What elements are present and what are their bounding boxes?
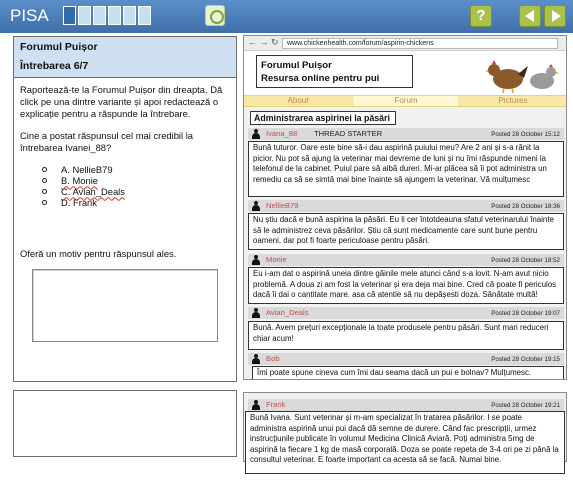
post-header: Frank Posted 28 October 19:21 bbox=[248, 399, 564, 411]
progress-segment bbox=[123, 6, 136, 25]
option-d[interactable]: D. Frank bbox=[42, 197, 230, 208]
user-avatar-icon bbox=[251, 255, 261, 265]
post-header: Monie Posted 28 October 18:52 bbox=[248, 254, 564, 266]
post-username[interactable]: Bob bbox=[266, 354, 280, 364]
user-avatar-icon bbox=[251, 308, 261, 318]
option-label[interactable]: D. Frank bbox=[61, 197, 97, 209]
site-subtitle-line: Resursa online pentru pui bbox=[261, 73, 380, 84]
post-date: Posted 28 October 18:52 bbox=[491, 257, 560, 264]
browser-nav-icons[interactable]: ← → ↻ bbox=[248, 37, 279, 48]
post-date: Posted 28 October 19:21 bbox=[491, 402, 560, 409]
help-button[interactable]: ? bbox=[470, 5, 492, 27]
item-title: Întrebarea 6/7 bbox=[20, 60, 89, 72]
explanation-textarea[interactable] bbox=[32, 269, 218, 342]
next-button[interactable] bbox=[544, 5, 566, 27]
post-username[interactable]: Ivana_88 bbox=[266, 129, 297, 139]
question-header: Forumul Puișor Întrebarea 6/7 bbox=[14, 37, 236, 78]
browser-window: ← → ↻ www.chickenhealth.com/forum/aspiri… bbox=[243, 35, 567, 380]
radio-icon[interactable] bbox=[42, 178, 47, 183]
instruction-text: Raportează-te la Forumul Puișor din drea… bbox=[20, 84, 223, 119]
answer-options: A. NellieB79 B. Monie C. Avian_Deals D. … bbox=[42, 164, 230, 208]
site-title: Forumul Puișor Resursa online pentru pui bbox=[256, 55, 413, 88]
radio-icon[interactable] bbox=[42, 200, 47, 205]
question-prompt: Cine a postat răspunsul cel mai credibil… bbox=[20, 130, 194, 153]
progress-segment bbox=[93, 6, 106, 25]
option-b[interactable]: B. Monie bbox=[42, 175, 230, 186]
post-text: Eu i-am dat o aspirină uneia dintre găin… bbox=[248, 267, 564, 304]
progress-indicator bbox=[63, 6, 151, 25]
empty-panel bbox=[13, 390, 237, 457]
option-c[interactable]: C. Avian_Deals bbox=[42, 186, 230, 197]
radio-icon[interactable] bbox=[42, 189, 47, 194]
question-body: Raportează-te la Forumul Puișor din drea… bbox=[14, 78, 236, 276]
site-header: Forumul Puișor Resursa online pentru pui bbox=[244, 51, 566, 95]
post-text: Bună tuturor. Oare este bine să-i dau as… bbox=[248, 141, 564, 197]
post-username[interactable]: Avian_Deals bbox=[266, 308, 309, 318]
tab-forum[interactable]: Forum bbox=[354, 96, 458, 106]
post-header: Avian_Deals Posted 28 October 19:07 bbox=[248, 307, 564, 319]
tab-pictures[interactable]: Pictures bbox=[462, 96, 564, 106]
previous-button[interactable] bbox=[519, 5, 541, 27]
user-avatar-icon bbox=[251, 400, 261, 410]
unit-title: Forumul Puișor bbox=[20, 41, 98, 53]
address-bar: ← → ↻ www.chickenhealth.com/forum/aspiri… bbox=[244, 36, 566, 51]
pisa-logo: PISA bbox=[10, 6, 49, 25]
post-text: Nu știu dacă e bună aspirina la păsări. … bbox=[248, 213, 564, 250]
progress-segment bbox=[138, 6, 151, 25]
progress-segment bbox=[108, 6, 121, 25]
timer-icon[interactable] bbox=[205, 5, 225, 26]
question-panel: Forumul Puișor Întrebarea 6/7 Raportează… bbox=[13, 36, 237, 382]
site-title-line: Forumul Puișor bbox=[261, 60, 332, 71]
post-header: Bob Posted 28 October 19:15 bbox=[248, 353, 564, 365]
user-avatar-icon bbox=[251, 201, 261, 211]
option-a[interactable]: A. NellieB79 bbox=[42, 164, 230, 175]
progress-segment bbox=[63, 6, 76, 25]
post-text: Îmi poate spune cineva cum îmi dau seama… bbox=[252, 366, 564, 379]
explain-prompt: Oferă un motiv pentru răspunsul ales. bbox=[20, 248, 177, 259]
chicken-illustration-icon bbox=[485, 60, 559, 94]
user-avatar-icon bbox=[251, 354, 261, 364]
post-text: Bună. Avem prețuri excepționale la toate… bbox=[248, 321, 564, 350]
url-field[interactable]: www.chickenhealth.com/forum/aspirin-chic… bbox=[282, 38, 558, 49]
post-date: Posted 28 October 19:07 bbox=[491, 310, 560, 317]
top-bar: PISA ? bbox=[0, 0, 573, 33]
post-date: Posted 28 October 18:36 bbox=[491, 203, 560, 210]
thread-title: Administrarea aspirinei la păsări bbox=[250, 111, 396, 125]
post-text: Bună Ivana. Sunt veterinar și m-am speci… bbox=[245, 411, 565, 474]
post-username[interactable]: NellieB79 bbox=[266, 201, 299, 211]
post-header: Ivana_88 THREAD STARTER Posted 28 Octobe… bbox=[248, 128, 564, 140]
thread-starter-label: THREAD STARTER bbox=[314, 129, 383, 138]
user-avatar-icon bbox=[251, 129, 261, 139]
tab-about[interactable]: About bbox=[248, 96, 348, 106]
post-date: Posted 28 October 15:12 bbox=[491, 131, 560, 138]
site-nav: About Forum Pictures bbox=[244, 95, 566, 107]
post-username[interactable]: Monie bbox=[266, 255, 287, 265]
post-username[interactable]: Frank bbox=[266, 400, 285, 410]
post-header: NellieB79 Posted 28 October 18:36 bbox=[248, 200, 564, 212]
radio-icon[interactable] bbox=[42, 167, 47, 172]
progress-segment bbox=[78, 6, 91, 25]
post-date: Posted 28 October 19:15 bbox=[491, 356, 560, 363]
